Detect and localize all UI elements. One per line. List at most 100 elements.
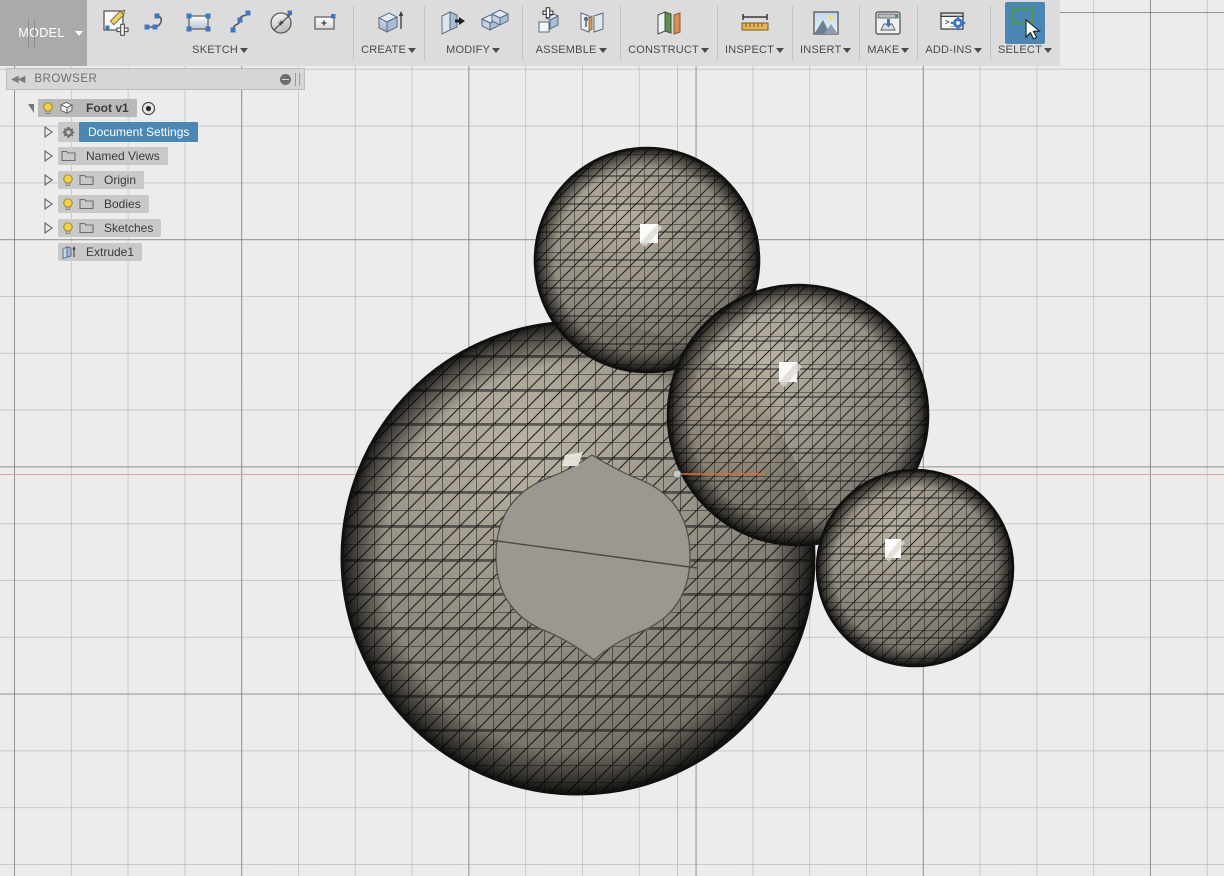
toolbar-group-label-select[interactable]: SELECT (998, 44, 1052, 56)
chevron-down-icon (776, 47, 785, 53)
label-text: ADD-INS (925, 44, 972, 56)
label-text: SELECT (998, 44, 1042, 56)
fusion360-window: MODEL SKETCH CREATE MODIFY ASSEMBLE CONS… (0, 0, 1224, 876)
chevron-down-icon (901, 47, 910, 53)
tree-item-label: Extrude1 (86, 245, 135, 259)
spline-tool-button[interactable] (221, 2, 261, 44)
3d-print-button[interactable] (868, 2, 908, 44)
tree-item-sketches[interactable]: Sketches (6, 216, 306, 240)
line-tool-button[interactable] (137, 2, 177, 44)
chevron-expanded-icon[interactable] (28, 103, 34, 113)
toolbar-grip-icon (28, 19, 35, 47)
toolbar-group-insert: INSERT (792, 0, 859, 66)
toolbar-group-label-sketch[interactable]: SKETCH (192, 44, 248, 56)
minimize-icon[interactable] (280, 73, 291, 85)
label-text: CREATE (361, 44, 407, 56)
browser-tree: Foot v1 Document Settings Named Views Or… (6, 96, 306, 264)
label-text: INSPECT (724, 44, 775, 56)
chevron-collapsed-icon[interactable] (44, 222, 53, 234)
label-text: ASSEMBLE (535, 44, 597, 56)
label-text: MODIFY (446, 44, 491, 56)
extrude-button[interactable] (369, 2, 409, 44)
toolbar-group-label-construct[interactable]: CONSTRUCT (628, 44, 709, 56)
toolbar-group-label-modify[interactable]: MODIFY (446, 44, 501, 56)
tree-item-root[interactable]: Foot v1 (6, 96, 306, 120)
toolbar-group-label-create[interactable]: CREATE (361, 44, 417, 56)
extrude-feature-icon (61, 245, 76, 260)
tree-item-label: Bodies (104, 197, 141, 211)
lightbulb-icon[interactable] (61, 197, 75, 211)
chevron-down-icon (598, 47, 607, 53)
toolbar-group-make: MAKE (859, 0, 917, 66)
rectangle-tool-button[interactable] (179, 2, 219, 44)
chevron-down-icon (74, 30, 83, 36)
tree-item-bodies[interactable]: Bodies (6, 192, 306, 216)
folder-icon (79, 197, 94, 211)
tree-item-label: Named Views (86, 149, 160, 163)
chevron-collapsed-icon[interactable] (44, 150, 53, 162)
tree-item-origin[interactable]: Origin (6, 168, 306, 192)
sketch-dimension-button[interactable] (305, 2, 345, 44)
scripts-addins-button[interactable]: >_ (934, 2, 974, 44)
toolbar-group-assemble: ASSEMBLE (522, 0, 620, 66)
gear-icon (61, 125, 76, 139)
toolbar-group-sketch: SKETCH (87, 0, 353, 66)
tree-item-document-settings[interactable]: Document Settings (6, 120, 306, 144)
label-text: MAKE (867, 44, 900, 56)
chevron-collapsed-icon[interactable] (44, 126, 53, 138)
label-text: CONSTRUCT (628, 44, 699, 56)
lightbulb-icon[interactable] (61, 173, 75, 187)
chevron-down-icon (492, 47, 501, 53)
toolbar-group-label-addins[interactable]: ADD-INS (925, 44, 982, 56)
chevron-down-icon (974, 47, 982, 53)
workspace-switcher[interactable]: MODEL (0, 0, 88, 66)
lightbulb-icon[interactable] (61, 221, 75, 235)
chevron-down-icon (240, 47, 248, 53)
tree-item-extrude1[interactable]: Extrude1 (6, 240, 306, 264)
toolbar-group-label-assemble[interactable]: ASSEMBLE (536, 44, 607, 56)
offset-plane-button[interactable] (649, 2, 689, 44)
press-pull-button[interactable] (432, 2, 472, 44)
tree-item-label: Sketches (104, 221, 154, 235)
tree-item-label: Document Settings (79, 122, 199, 142)
chevron-collapsed-icon[interactable] (44, 198, 53, 210)
circle-tool-button[interactable] (263, 2, 303, 44)
workspace-label: MODEL (18, 26, 65, 40)
measure-button[interactable] (735, 2, 775, 44)
create-sketch-button[interactable] (95, 2, 135, 44)
resize-grip-icon[interactable] (295, 72, 300, 86)
folder-icon (79, 173, 94, 187)
label-text: SKETCH (192, 44, 238, 56)
lightbulb-icon[interactable] (41, 101, 55, 115)
joint-button[interactable] (572, 2, 612, 44)
new-component-button[interactable] (530, 2, 570, 44)
chevron-down-icon (408, 47, 417, 53)
main-toolbar: MODEL SKETCH CREATE MODIFY ASSEMBLE CONS… (0, 0, 1060, 66)
select-tool-button[interactable] (1005, 2, 1045, 44)
combine-button[interactable] (474, 2, 514, 44)
chevron-collapsed-icon[interactable] (44, 174, 53, 186)
folder-icon (79, 221, 94, 235)
toolbar-group-label-make[interactable]: MAKE (867, 44, 910, 56)
tree-item-named-views[interactable]: Named Views (6, 144, 306, 168)
toolbar-group-label-inspect[interactable]: INSPECT (724, 44, 785, 56)
collapse-left-icon[interactable]: ◀◀ (11, 74, 25, 85)
toolbar-group-select: SELECT (990, 0, 1060, 66)
browser-panel-header: ◀◀ BROWSER (6, 68, 305, 90)
component-cube-icon (59, 101, 74, 115)
sphere-body-lower-right[interactable] (815, 468, 1015, 668)
label-text: INSERT (800, 44, 842, 56)
origin-point[interactable] (672, 469, 682, 479)
tree-item-label: Origin (104, 173, 137, 187)
activate-radio-icon[interactable] (141, 101, 156, 116)
insert-image-button[interactable] (806, 2, 846, 44)
toolbar-group-label-insert[interactable]: INSERT (800, 44, 852, 56)
toolbar-group-inspect: INSPECT (716, 0, 792, 66)
folder-icon (61, 149, 76, 163)
toolbar-group-construct: CONSTRUCT (620, 0, 717, 66)
chevron-down-icon (843, 47, 852, 53)
chevron-down-icon (700, 47, 709, 53)
toolbar-group-create: CREATE (353, 0, 424, 66)
tree-item-label: Foot v1 (86, 101, 129, 115)
toolbar-group-modify: MODIFY (424, 0, 522, 66)
